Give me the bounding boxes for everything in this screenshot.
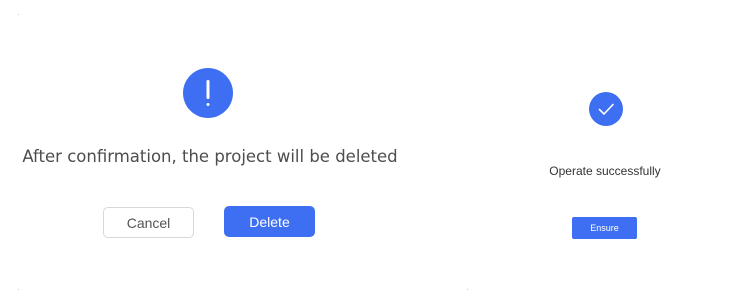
success-message: Operate successfully bbox=[549, 164, 661, 178]
corner-mark bbox=[467, 289, 468, 290]
exclamation-icon bbox=[183, 68, 233, 118]
corner-mark bbox=[18, 289, 19, 290]
delete-button[interactable]: Delete bbox=[224, 206, 315, 237]
cancel-button[interactable]: Cancel bbox=[103, 207, 194, 238]
check-icon bbox=[589, 92, 623, 126]
success-dialog: Operate successfully Ensure bbox=[470, 0, 734, 293]
corner-mark bbox=[18, 14, 19, 15]
delete-confirm-dialog: After confirmation, the project will be … bbox=[0, 0, 420, 293]
confirm-message: After confirmation, the project will be … bbox=[22, 147, 398, 166]
ensure-button[interactable]: Ensure bbox=[572, 217, 637, 239]
